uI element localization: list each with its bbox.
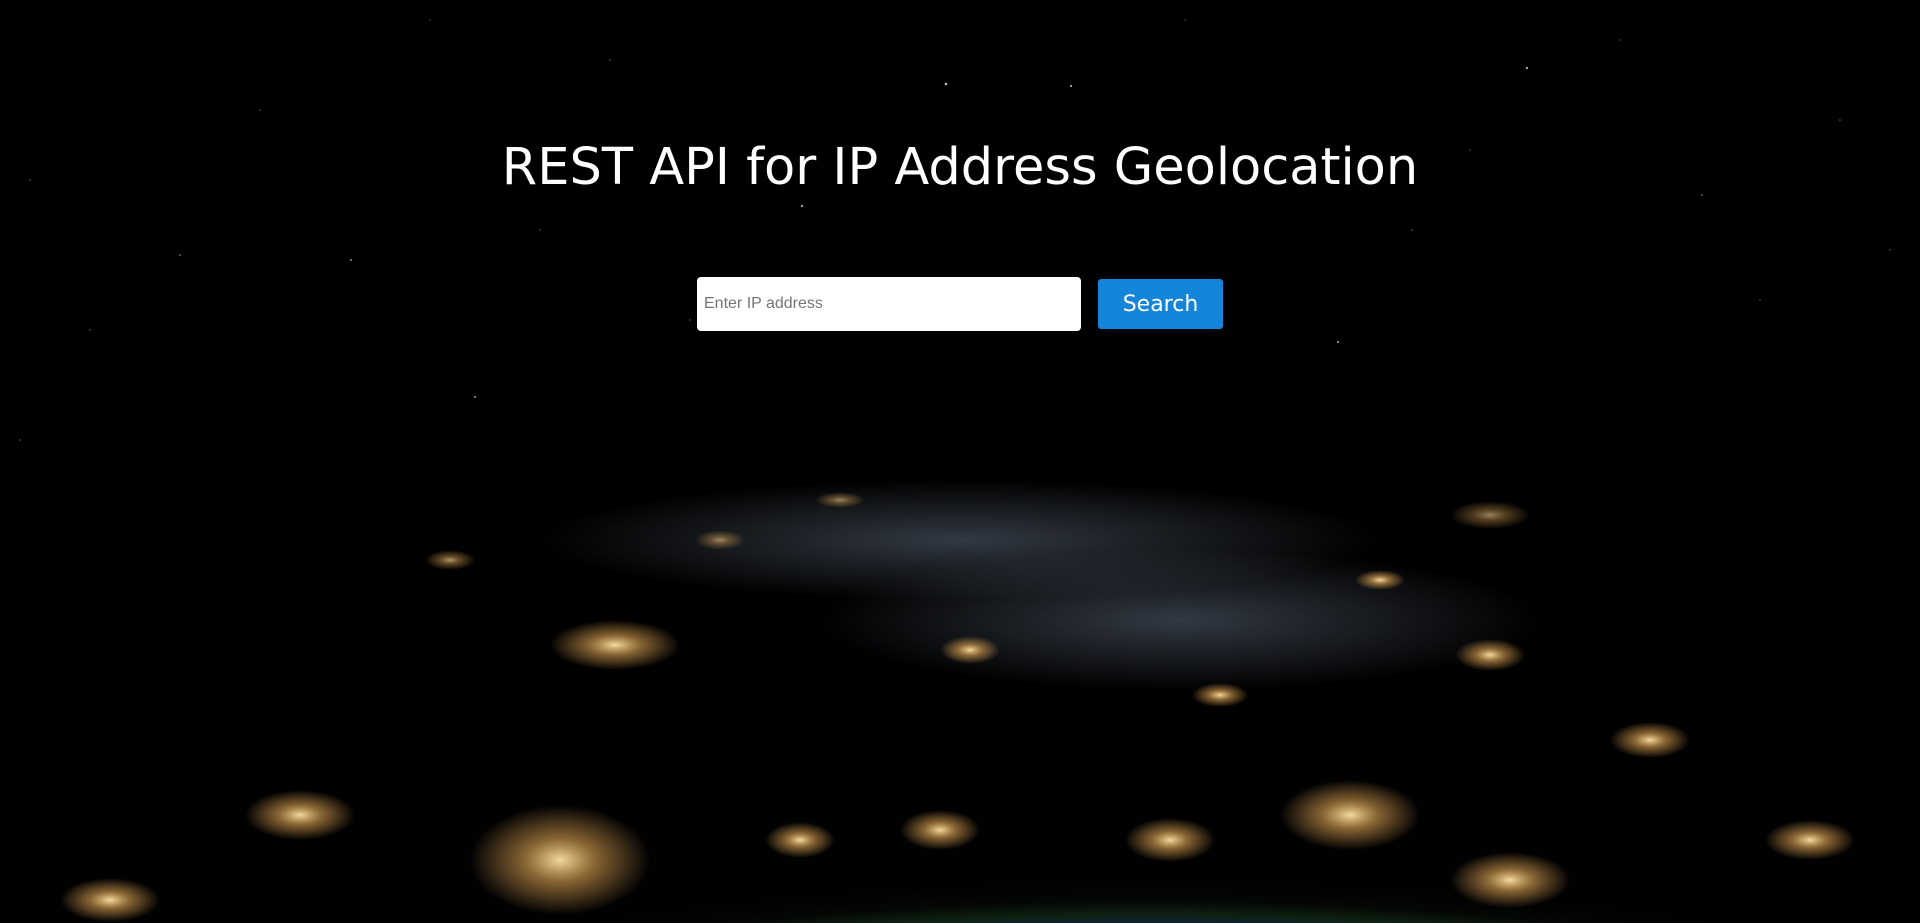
ip-search-form: Search: [697, 277, 1223, 331]
ip-address-input[interactable]: [697, 277, 1081, 331]
hero-section: REST API for IP Address Geolocation Sear…: [0, 0, 1920, 923]
search-button[interactable]: Search: [1098, 279, 1223, 329]
page-title: REST API for IP Address Geolocation: [501, 138, 1419, 197]
